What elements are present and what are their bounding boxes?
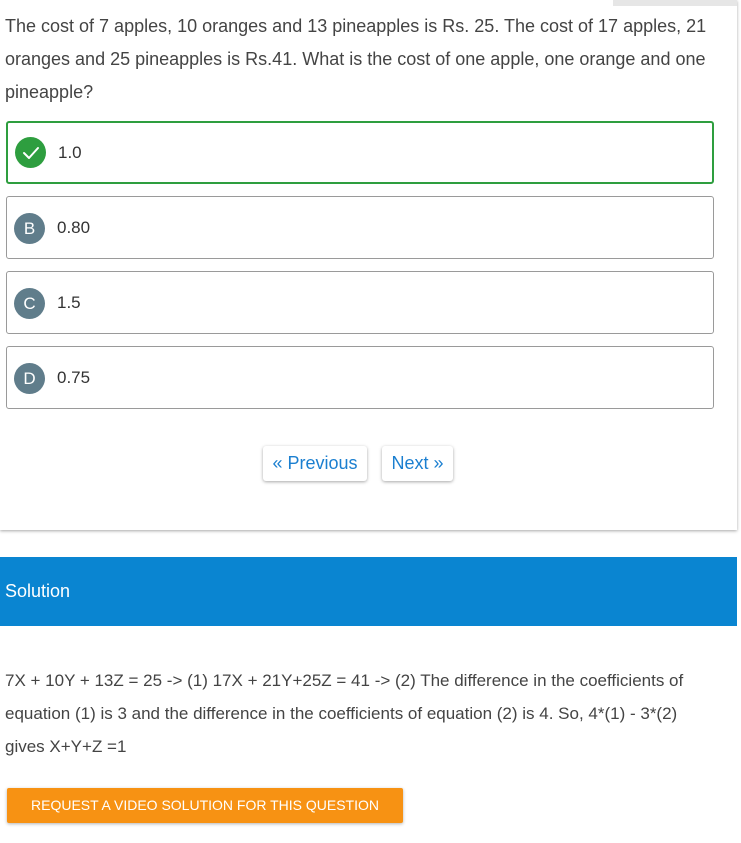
option-c[interactable]: C 1.5 xyxy=(6,271,714,334)
previous-button[interactable]: « Previous xyxy=(263,446,367,481)
option-b-badge: B xyxy=(14,213,45,244)
check-icon xyxy=(15,137,46,168)
solution-text: 7X + 10Y + 13Z = 25 -> (1) 17X + 21Y+25Z… xyxy=(5,671,684,756)
option-b[interactable]: B 0.80 xyxy=(6,196,714,259)
question-text: The cost of 7 apples, 10 oranges and 13 … xyxy=(5,16,707,102)
option-d-text: 0.75 xyxy=(57,368,91,387)
option-d-badge: D xyxy=(14,363,45,394)
solution-header: Solution xyxy=(0,557,737,626)
top-bar xyxy=(613,0,737,6)
option-c-text: 1.5 xyxy=(57,293,81,312)
next-button[interactable]: Next » xyxy=(382,446,453,481)
option-d[interactable]: D 0.75 xyxy=(6,346,714,409)
check-icon-glyph xyxy=(23,147,39,159)
question-card: The cost of 7 apples, 10 oranges and 13 … xyxy=(0,0,737,530)
option-b-text: 0.80 xyxy=(57,218,91,237)
request-video-solution-button[interactable]: REQUEST A VIDEO SOLUTION FOR THIS QUESTI… xyxy=(7,788,403,823)
option-a-text: 1.0 xyxy=(58,143,82,162)
solution-title: Solution xyxy=(5,581,71,601)
option-a[interactable]: 1.0 xyxy=(6,121,714,184)
option-c-badge: C xyxy=(14,288,45,319)
